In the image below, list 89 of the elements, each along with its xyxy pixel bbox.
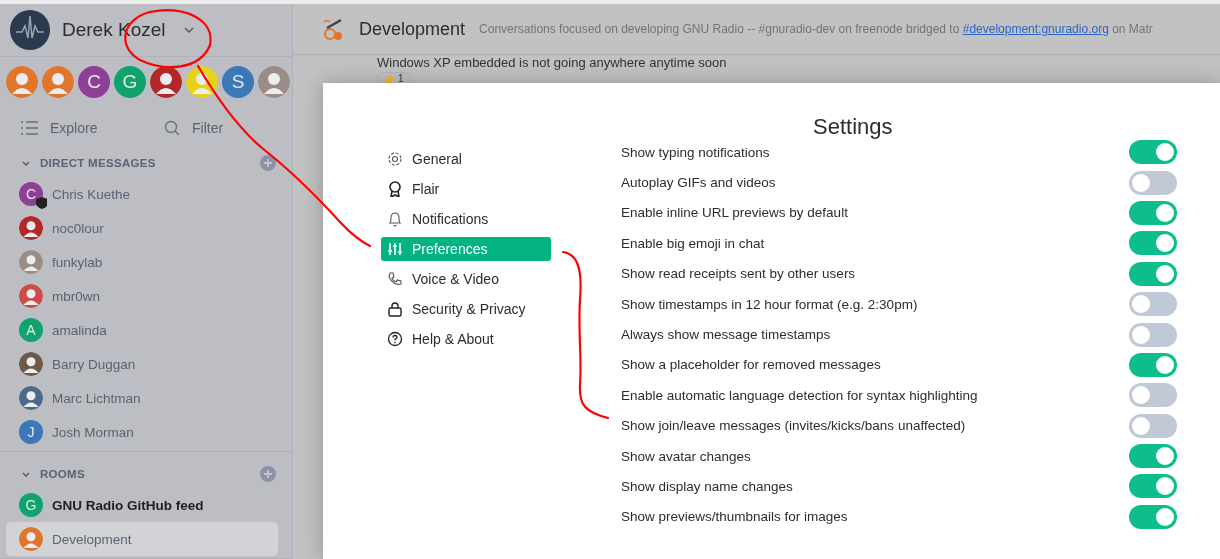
settings-tab[interactable]: Notifications [381, 207, 551, 231]
room-icon [321, 16, 345, 42]
room-name: Josh Morman [52, 424, 134, 440]
room-item[interactable]: mbr0wn [6, 279, 278, 313]
room-name: Development [52, 531, 132, 547]
space-avatar[interactable]: G [114, 66, 146, 99]
setting-label: Show a placeholder for removed messages [621, 357, 881, 373]
topic-link[interactable]: #development:gnuradio.org [962, 22, 1109, 36]
avatar: C [19, 182, 43, 206]
toggle-switch[interactable] [1129, 383, 1177, 408]
space-avatar[interactable] [42, 66, 74, 99]
space-avatar[interactable] [150, 66, 182, 99]
room-name: Chris Kuethe [52, 186, 131, 202]
user-avatar [10, 10, 50, 50]
toggle-switch[interactable] [1129, 504, 1177, 529]
setting-label: Always show message timestamps [621, 327, 831, 343]
room-item[interactable]: noc0lour [6, 211, 278, 245]
bell-icon [387, 211, 403, 227]
toggle-switch[interactable] [1129, 140, 1177, 165]
filter-field[interactable]: Filter [192, 119, 292, 136]
settings-tab[interactable]: Flair [381, 177, 551, 201]
setting-label: Show join/leave messages (invites/kicks/bans unaffected) [621, 418, 966, 434]
setting-label: Enable big emoji in chat [621, 235, 765, 251]
setting-label: Enable inline URL previews by default [621, 205, 848, 221]
setting-label: Enable automatic language detection for syntax highlighting [621, 387, 978, 403]
setting-label: Show timestamps in 12 hour format (e.g. 2:30pm) [621, 296, 918, 312]
space-avatar[interactable] [6, 66, 38, 99]
room-item[interactable]: A amalinda [6, 313, 278, 347]
room-item[interactable]: Marc Lichtman [6, 381, 278, 415]
toggle-switch[interactable] [1129, 352, 1177, 377]
room-item[interactable]: G GNU Radio GitHub feed [6, 488, 278, 522]
toggle-switch[interactable] [1129, 444, 1177, 469]
toggle-switch[interactable] [1129, 200, 1177, 225]
room-title: Development [359, 18, 466, 40]
room-name: noc0lour [52, 220, 104, 236]
avatar: J [19, 420, 43, 444]
room-item[interactable]: J Josh Morman [6, 415, 278, 449]
room-item[interactable]: C Chris Kuethe [6, 177, 278, 211]
space-avatar[interactable] [186, 66, 218, 99]
list-icon [20, 119, 38, 136]
thumbs-up-icon [384, 73, 394, 84]
room-item[interactable]: Barry Duggan [6, 347, 278, 381]
room-name: funkylab [52, 254, 103, 270]
help-icon [387, 331, 403, 347]
search-icon [164, 119, 180, 136]
toggle-switch[interactable] [1129, 292, 1177, 317]
setting-label: Show read receipts sent by other users [621, 266, 856, 282]
toggle-switch[interactable] [1129, 231, 1177, 256]
setting-label: Show previews/thumbnails for images [621, 509, 848, 525]
settings-tab[interactable]: Preferences [381, 237, 551, 261]
lock-icon [387, 301, 403, 317]
setting-label: Show display name changes [621, 479, 793, 494]
settings-tab[interactable]: Security & Privacy [381, 297, 551, 321]
toggle-switch[interactable] [1129, 413, 1177, 438]
phone-icon [387, 271, 403, 287]
add-icon[interactable] [260, 155, 276, 171]
space-avatar[interactable] [258, 66, 290, 99]
room-item[interactable]: Development [6, 522, 278, 556]
room-topic: Conversations focused on developing GNU Radio -- #gnuradio-dev on freenode bridged to #development:gnuradio.org on Matr [479, 22, 1153, 36]
setting-label: Show avatar changes [621, 448, 751, 464]
space-avatar[interactable]: C [78, 66, 110, 99]
toggle-switch[interactable] [1129, 322, 1177, 347]
room-name: amalinda [52, 322, 107, 338]
explore-button[interactable]: Explore [20, 119, 164, 136]
settings-icon [387, 151, 403, 167]
settings-tab[interactable]: General [381, 147, 551, 171]
avatar: G [19, 493, 43, 517]
room-name: Barry Duggan [52, 356, 136, 372]
toggle-switch[interactable] [1129, 474, 1177, 499]
space-avatar[interactable]: S [222, 66, 254, 99]
settings-tab[interactable]: Help & About [381, 327, 551, 351]
caret-icon [183, 27, 194, 33]
ribbon-icon [387, 181, 403, 197]
dialog-title: Settings [812, 113, 894, 140]
toggle-switch[interactable] [1129, 170, 1177, 195]
toggle-switch[interactable] [1129, 261, 1177, 286]
room-name: GNU Radio GitHub feed [52, 497, 204, 513]
room-name: mbr0wn [52, 288, 100, 304]
settings-tab[interactable]: Voice & Video [381, 267, 551, 291]
setting-label: Autoplay GIFs and videos [621, 175, 776, 191]
section-header[interactable]: DIRECT MESSAGES [22, 157, 156, 169]
message-text: Windows XP embedded is not going anywhere anytime soon [377, 55, 728, 70]
sliders-icon [387, 241, 403, 257]
setting-label: Show typing notifications [621, 144, 770, 160]
add-icon[interactable] [260, 466, 276, 482]
avatar: A [19, 318, 43, 342]
room-name: Marc Lichtman [52, 390, 141, 406]
room-item[interactable]: funkylab [6, 245, 278, 279]
section-header[interactable]: ROOMS [22, 468, 85, 480]
